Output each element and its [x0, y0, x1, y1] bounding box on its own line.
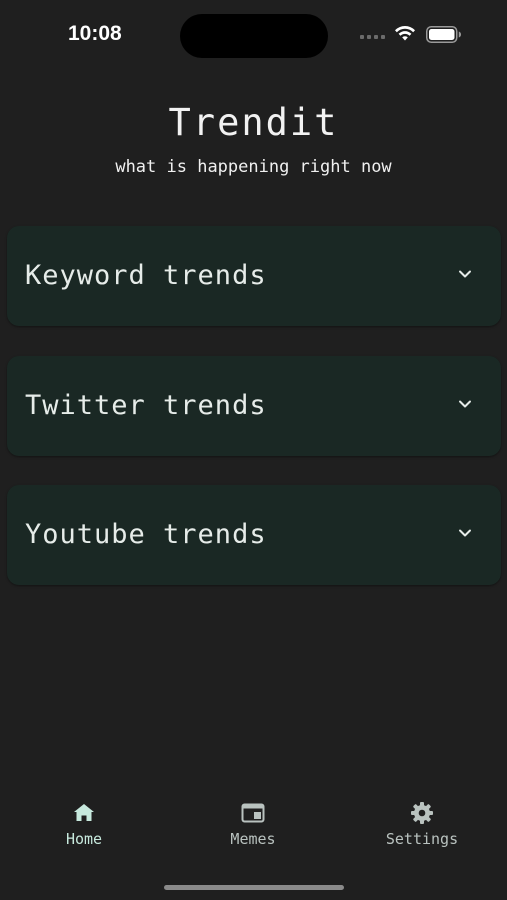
memes-icon	[241, 803, 265, 823]
chevron-down-icon	[459, 529, 471, 537]
cellular-signal-icon	[360, 35, 385, 39]
twitter-trends-card[interactable]: Twitter trends	[7, 356, 501, 456]
chevron-down-icon	[459, 270, 471, 278]
youtube-trends-card[interactable]: Youtube trends	[7, 485, 501, 585]
status-bar: 10:08	[0, 0, 507, 70]
chevron-down-icon	[459, 400, 471, 408]
app-header: Trendit what is happening right now	[0, 100, 507, 178]
battery-icon	[426, 26, 461, 43]
status-time: 10:08	[68, 22, 122, 45]
nav-label-memes: Memes	[230, 830, 276, 848]
dynamic-island	[180, 14, 328, 58]
home-indicator[interactable]	[164, 885, 344, 890]
home-icon	[74, 804, 94, 821]
trend-card-label: Keyword trends	[25, 260, 267, 291]
trend-card-label: Youtube trends	[25, 519, 267, 550]
trend-card-label: Twitter trends	[25, 390, 267, 421]
app-subtitle: what is happening right now	[115, 157, 392, 177]
nav-item-memes[interactable]: Memes	[193, 800, 313, 848]
nav-item-home[interactable]: Home	[24, 800, 144, 848]
app-title: Trendit	[168, 101, 339, 144]
nav-label-settings: Settings	[385, 830, 459, 848]
nav-item-settings[interactable]: Settings	[362, 800, 482, 848]
bottom-navigation: Home Memes Settings	[0, 790, 507, 870]
gear-icon	[411, 802, 433, 824]
wifi-icon	[395, 25, 415, 41]
nav-label-home: Home	[65, 830, 103, 848]
keyword-trends-card[interactable]: Keyword trends	[7, 226, 501, 326]
